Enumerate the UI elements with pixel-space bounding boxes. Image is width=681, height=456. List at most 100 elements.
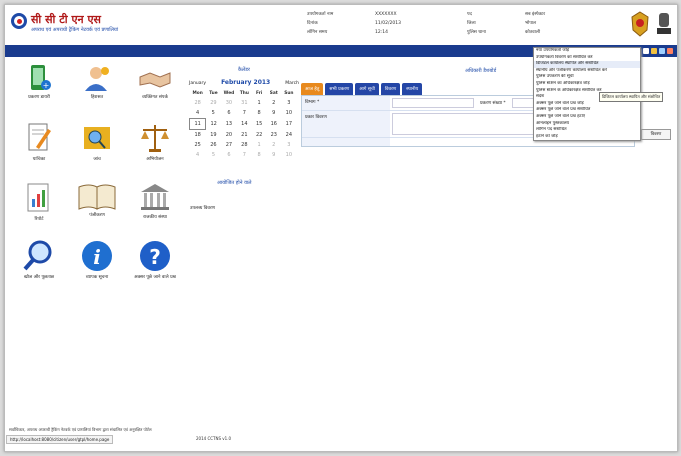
meta-key: लॉगिन समय <box>307 30 328 35</box>
calendar-day[interactable]: 4 <box>190 150 206 160</box>
calendar-day[interactable]: 25 <box>190 140 206 150</box>
browser-status-url: http://localhost:8080/citizen/user/gtpl/… <box>6 435 114 444</box>
calendar-day[interactable]: 23 <box>266 130 281 141</box>
tab-local[interactable]: स्थानीय <box>402 83 423 95</box>
menu-item[interactable]: उपयोगकर्ता विवरण को संशोधित करें <box>534 55 640 62</box>
calendar-day[interactable]: 8 <box>252 150 266 160</box>
calendar-day[interactable]: 3 <box>281 140 296 150</box>
calendar-day[interactable]: 8 <box>252 108 266 119</box>
menu-item[interactable]: पुलिस स्टेशन का अधिकारक्षेत्र जोड़ें <box>534 81 640 88</box>
calendar-day[interactable]: 14 <box>237 119 252 130</box>
calendar-next-month[interactable]: March <box>285 81 299 86</box>
home-icon[interactable] <box>643 48 649 54</box>
calendar-day[interactable]: 10 <box>281 108 296 119</box>
upcoming-events-text: उपलब्ध विवरण <box>190 206 215 211</box>
tile-government-institution[interactable]: राजकीय संस्था <box>127 181 183 220</box>
menu-item[interactable]: हटाने को जोड़ें <box>534 134 640 141</box>
tile-case-diary[interactable]: + प्रकरण डायरी <box>11 63 67 100</box>
calendar-day[interactable]: 17 <box>281 119 296 130</box>
info-icon: i <box>82 241 112 271</box>
tab-details[interactable]: विवरण <box>380 83 401 95</box>
calendar-day[interactable]: 29 <box>206 98 221 108</box>
tab-next-list[interactable]: आगे सूची <box>355 83 379 95</box>
calendar-day[interactable]: 18 <box>190 130 206 141</box>
menu-item[interactable]: लॉगिन पद संशोधित <box>534 127 640 134</box>
calendar-day[interactable]: 5 <box>206 108 221 119</box>
calendar-day[interactable]: 21 <box>237 130 252 141</box>
calendar-day[interactable]: 12 <box>206 119 221 130</box>
help-icon[interactable] <box>659 48 665 54</box>
tile-investigation[interactable]: जांच <box>69 121 125 162</box>
calendar-day[interactable]: 20 <box>221 130 237 141</box>
calendar-day[interactable]: 7 <box>237 150 252 160</box>
calendar-week: 4 5 6 7 8 9 10 <box>190 150 297 160</box>
meta-key: दिनांक <box>307 21 318 26</box>
tile-reports[interactable]: रिपोर्ट <box>11 181 67 222</box>
tile-general-info[interactable]: i व्यापक सूचना <box>69 239 125 280</box>
tile-search-query[interactable]: खोज और पूछताछ <box>11 239 67 280</box>
meta-value: XXXXXXX <box>375 12 397 17</box>
menu-item[interactable]: अक्सर पूछे जाने वाले प्रश्न संशोधित <box>534 107 640 114</box>
calendar-day[interactable]: 27 <box>221 140 237 150</box>
tab-all-cases[interactable]: सभी प्रकरण <box>325 83 354 95</box>
magnifier-icon <box>23 240 52 271</box>
tile-petition[interactable]: याचिका <box>11 121 67 162</box>
user-meta-left-values: XXXXXXX 11/02/2013 12:14 <box>375 10 401 37</box>
calendar-day[interactable]: 4 <box>190 108 206 119</box>
calendar-day[interactable]: 7 <box>237 108 252 119</box>
calendar-day[interactable]: 2 <box>266 98 281 108</box>
department-input[interactable] <box>392 98 474 108</box>
calendar-header: January February 2013 March <box>189 79 299 86</box>
calendar-day[interactable]: 19 <box>206 130 221 141</box>
menu-item[interactable]: नया उपयोगकर्ता जोड़ें <box>534 48 640 55</box>
field-label-type-details: प्रकार विवरण <box>302 111 390 137</box>
menu-item[interactable]: अक्सर पूछे जाने वाले प्रश्न हटाएं <box>534 114 640 121</box>
calendar-day[interactable]: 13 <box>221 119 237 130</box>
calendar-day[interactable]: 6 <box>221 108 237 119</box>
tile-registration[interactable]: पंजीकरण <box>69 181 125 218</box>
menu-item[interactable]: ऑनलाइन पुस्तकालय <box>534 121 640 128</box>
calendar-prev-month[interactable]: January <box>189 81 206 86</box>
menu-item[interactable]: स्थानीय और पंजीकरण कार्यालय संशोधित करें <box>534 68 640 75</box>
calendar-day[interactable]: 31 <box>237 98 252 108</box>
version-text: 2014 CCTNS v1.0 <box>196 436 232 441</box>
upcoming-events-link[interactable]: आयोजित होने वाले <box>217 180 252 186</box>
tile-label: व्यक्तिगत संपर्क <box>142 95 168 100</box>
document-pencil-icon <box>28 123 51 151</box>
calendar-day-today[interactable]: 11 <box>188 118 207 130</box>
calendar-day[interactable]: 10 <box>281 150 296 160</box>
tile-prosecution[interactable]: अभियोजन <box>127 121 183 162</box>
tile-faq[interactable]: ? अक्सर पूछे जाने वाले प्रश्न <box>127 239 183 280</box>
tile-personal-contact[interactable]: व्यक्तिगत संपर्क <box>127 63 183 100</box>
logout-icon[interactable] <box>667 48 673 54</box>
meta-key: जिला <box>467 21 476 26</box>
calendar-day[interactable]: 30 <box>221 98 237 108</box>
field-label-department: विभाग * <box>302 96 390 110</box>
calendar-day[interactable]: 5 <box>206 150 221 160</box>
calendar-day[interactable]: 3 <box>281 98 296 108</box>
calendar-day[interactable]: 15 <box>252 119 266 130</box>
calendar-day[interactable]: 6 <box>221 150 237 160</box>
calendar-widget: कैलेंडर January February 2013 March Mon … <box>188 67 299 160</box>
details-button[interactable]: विवरण <box>641 129 671 140</box>
calendar-day[interactable]: 28 <box>190 98 206 108</box>
calendar-day[interactable]: 9 <box>266 108 281 119</box>
menu-item-highlighted[interactable]: डिजिटल कार्यालय स्थापित और संशोधित <box>534 61 640 68</box>
tile-custody[interactable]: हिरासत <box>69 63 125 100</box>
calendar-day[interactable]: 1 <box>252 140 266 150</box>
government-building-icon <box>141 184 169 210</box>
tile-label: व्यापक सूचना <box>85 275 109 280</box>
calendar-day[interactable]: 22 <box>252 130 266 141</box>
calendar-day[interactable]: 1 <box>252 98 266 108</box>
menu-item[interactable]: पुलिस उपकरण की सूची <box>534 74 640 81</box>
calendar-day[interactable]: 26 <box>206 140 221 150</box>
calendar-day[interactable]: 16 <box>266 119 281 130</box>
calendar-day[interactable]: 9 <box>266 150 281 160</box>
handshake-icon <box>139 72 171 88</box>
weekday: Fri <box>256 90 263 96</box>
calendar-day[interactable]: 28 <box>237 140 252 150</box>
settings-icon[interactable] <box>651 48 657 54</box>
tab-today[interactable]: आज हेतु <box>301 83 324 95</box>
calendar-day[interactable]: 2 <box>266 140 281 150</box>
calendar-day[interactable]: 24 <box>281 130 296 141</box>
